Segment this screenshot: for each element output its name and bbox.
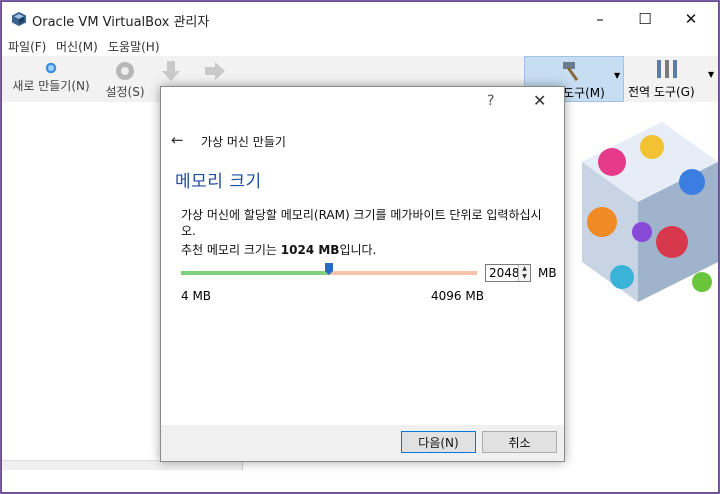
recommend-prefix: 추천 메모리 크기는 — [181, 243, 281, 257]
global-tools-button[interactable]: 전역 도구(G) ▼ — [624, 56, 718, 102]
minimize-button[interactable]: – — [577, 2, 623, 36]
recommend-value: 1024 MB — [280, 243, 340, 257]
recommend-suffix: 입니다. — [339, 243, 377, 257]
settings-button[interactable]: 설정(S) — [102, 56, 148, 102]
next-button[interactable]: 다음(N) — [401, 431, 476, 453]
memory-size-input[interactable]: 2048 ▲ ▼ — [485, 264, 531, 282]
slider-thumb[interactable] — [325, 263, 333, 275]
maximize-button[interactable]: ☐ — [622, 2, 668, 36]
virtualbox-logo-icon — [12, 12, 26, 26]
menu-file[interactable]: 파일(F) — [8, 38, 46, 55]
global-tools-label: 전역 도구(G) — [628, 85, 695, 99]
status-area — [2, 470, 718, 492]
memory-size-value[interactable]: 2048 — [489, 266, 520, 280]
dialog-title: 가상 머신 만들기 — [201, 135, 286, 149]
gear-icon — [116, 62, 134, 80]
back-arrow-icon[interactable]: ← — [171, 131, 184, 149]
spin-down-icon[interactable]: ▼ — [519, 273, 530, 281]
new-vm-button[interactable]: 새로 만들기(N) — [6, 56, 96, 102]
global-tools-dropdown-icon[interactable]: ▼ — [708, 70, 714, 79]
menu-help[interactable]: 도움말(H) — [108, 38, 160, 55]
memory-slider[interactable] — [181, 263, 477, 285]
create-vm-dialog: ? ✕ ← 가상 머신 만들기 메모리 크기 가상 머신에 할당할 메모리(RA… — [160, 86, 565, 462]
slider-min-label: 4 MB — [181, 289, 212, 303]
memory-description: 가상 머신에 할당할 메모리(RAM) 크기를 메가바이트 단위로 입력하십시오… — [181, 208, 542, 238]
slider-safe-range — [181, 271, 329, 275]
global-tools-icon — [657, 60, 677, 78]
dialog-footer: 다음(N) 취소 — [161, 425, 564, 461]
slider-warn-range — [329, 271, 477, 275]
hammer-icon — [563, 62, 579, 82]
spin-arrows[interactable]: ▲ ▼ — [518, 265, 530, 281]
title-bar: Oracle VM VirtualBox 관리자 – ☐ ✕ — [2, 2, 718, 36]
help-button[interactable]: ? — [487, 93, 494, 109]
welcome-cube-illustration — [582, 122, 718, 302]
cancel-button[interactable]: 취소 — [482, 431, 557, 453]
arrow-down-icon — [162, 61, 180, 81]
new-vm-label: 새로 만들기(N) — [12, 79, 90, 93]
tools-label: 도구(M) — [563, 86, 605, 100]
arrow-right-icon — [205, 62, 225, 80]
tools-dropdown-icon[interactable]: ▼ — [614, 71, 620, 80]
window-title: Oracle VM VirtualBox 관리자 — [32, 15, 210, 30]
settings-label: 설정(S) — [105, 85, 145, 99]
memory-unit-label: MB — [538, 266, 557, 280]
close-button[interactable]: ✕ — [668, 2, 714, 36]
recommended-memory-text: 추천 메모리 크기는 1024 MB입니다. — [181, 241, 376, 258]
spin-up-icon[interactable]: ▲ — [519, 265, 530, 273]
new-star-icon — [45, 62, 57, 74]
dialog-close-button[interactable]: ✕ — [533, 91, 546, 110]
menu-bar: 파일(F) 머신(M) 도움말(H) — [2, 36, 718, 56]
section-title: 메모리 크기 — [175, 172, 262, 192]
menu-machine[interactable]: 머신(M) — [56, 38, 98, 55]
slider-max-label: 4096 MB — [431, 289, 484, 303]
app-window: Oracle VM VirtualBox 관리자 – ☐ ✕ 파일(F) 머신(… — [1, 1, 719, 493]
